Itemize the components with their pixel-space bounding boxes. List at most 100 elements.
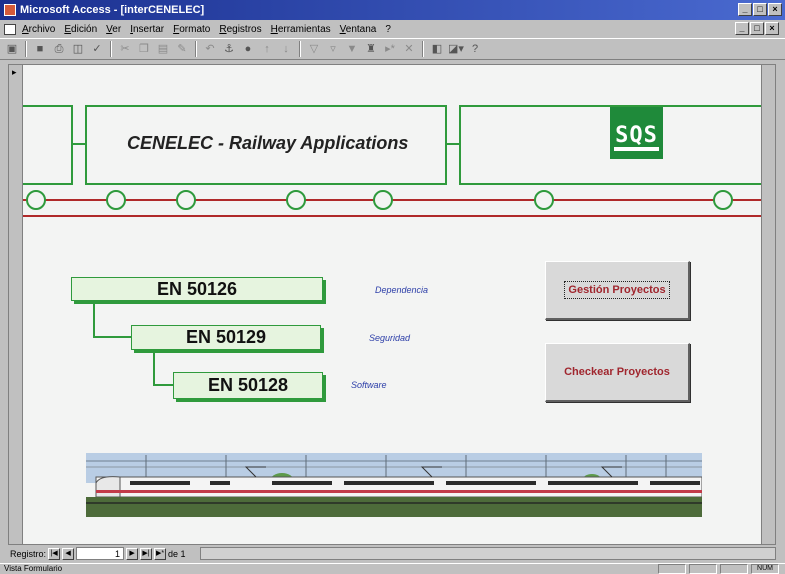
wheel xyxy=(373,190,393,210)
vertical-scrollbar[interactable] xyxy=(761,65,775,544)
train-car-left xyxy=(23,105,73,185)
maximize-button[interactable]: □ xyxy=(753,3,767,16)
menu-formato[interactable]: Formato xyxy=(173,24,210,35)
access-key-icon[interactable] xyxy=(4,4,16,16)
copy-icon[interactable]: ❐ xyxy=(136,41,152,57)
wheel xyxy=(106,190,126,210)
undo-icon[interactable]: ↶ xyxy=(202,41,218,57)
database-window-icon[interactable]: ◧ xyxy=(429,41,445,57)
menu-registros[interactable]: Registros xyxy=(219,24,261,35)
en-50126-label: EN 50126 xyxy=(156,278,238,299)
horizontal-scrollbar[interactable] xyxy=(199,547,776,560)
window-title: Microsoft Access - [interCENELEC] xyxy=(20,4,205,16)
gestion-proyectos-button[interactable]: Gestión Proyectos xyxy=(545,261,690,320)
toolbar-separator xyxy=(25,41,27,57)
help-icon[interactable]: ? xyxy=(467,41,483,57)
tree-connector xyxy=(153,353,155,385)
paste-icon[interactable]: ▤ xyxy=(155,41,171,57)
menu-help[interactable]: ? xyxy=(385,24,391,35)
new-object-icon[interactable]: ◪▾ xyxy=(448,41,464,57)
train-windows xyxy=(130,481,700,485)
gestion-proyectos-label: Gestión Proyectos xyxy=(564,281,670,299)
status-text: Vista Formulario xyxy=(4,564,63,573)
status-bar: Vista Formulario NUM xyxy=(0,563,785,574)
en-50129-label: EN 50129 xyxy=(185,327,267,347)
track-bed xyxy=(86,497,702,517)
menu-insertar[interactable]: Insertar xyxy=(130,24,164,35)
train-nose xyxy=(95,476,121,498)
apply-filter-icon[interactable]: ▼ xyxy=(344,41,360,57)
print-preview-icon[interactable]: ◫ xyxy=(70,41,86,57)
coupler xyxy=(447,143,459,145)
cut-icon[interactable]: ✂ xyxy=(117,41,133,57)
menu-herramientas[interactable]: Herramientas xyxy=(271,24,331,35)
form-window: ▸ CENELEC - Railway Applications SQS EN … xyxy=(8,64,776,545)
sort-ascending-icon[interactable]: ↑ xyxy=(259,41,275,57)
software-label: Software xyxy=(351,380,387,390)
rail-upper xyxy=(23,199,763,201)
banner-title: CENELEC - Railway Applications xyxy=(127,133,409,153)
wheel xyxy=(286,190,306,210)
wheel xyxy=(713,190,733,210)
wheel xyxy=(26,190,46,210)
first-record-button[interactable]: |◀ xyxy=(48,547,61,560)
record-label: Registro: xyxy=(10,548,47,559)
save-icon[interactable]: ■ xyxy=(32,41,48,57)
print-icon[interactable]: ⎙ xyxy=(51,41,67,57)
seguridad-label: Seguridad xyxy=(369,333,411,343)
toolbar-separator xyxy=(195,41,197,57)
child-close-button[interactable]: × xyxy=(765,22,779,35)
next-record-button[interactable]: ▶ xyxy=(126,547,139,560)
en-50126-box[interactable]: EN 50126 xyxy=(71,277,323,301)
menu-edicion[interactable]: Edición xyxy=(64,24,97,35)
web-toolbar-icon[interactable]: ● xyxy=(240,41,256,57)
child-restore-button[interactable]: □ xyxy=(750,22,764,35)
format-painter-icon[interactable]: ✎ xyxy=(174,41,190,57)
child-minimize-button[interactable]: _ xyxy=(735,22,749,35)
insert-hyperlink-icon[interactable]: ⚓ xyxy=(221,41,237,57)
minimize-button[interactable]: _ xyxy=(738,3,752,16)
last-record-button[interactable]: ▶| xyxy=(140,547,153,560)
en-50129-box[interactable]: EN 50129 xyxy=(131,325,321,350)
form-icon[interactable] xyxy=(4,23,16,35)
menu-ver[interactable]: Ver xyxy=(106,24,121,35)
en-50128-label: EN 50128 xyxy=(207,375,289,395)
train-body xyxy=(95,476,702,498)
status-panel xyxy=(658,564,686,574)
record-navigation-bar: Registro: |◀ ◀ 1 ▶ ▶| ▶* de 1 xyxy=(8,545,776,562)
train-stripe xyxy=(96,490,702,493)
new-record-icon[interactable]: ▸* xyxy=(382,41,398,57)
title-bar: Microsoft Access - [interCENELEC] _ □ × xyxy=(0,0,785,20)
find-icon[interactable]: ♜ xyxy=(363,41,379,57)
view-icon[interactable]: ▣ xyxy=(4,41,20,57)
status-panel xyxy=(689,564,717,574)
record-count-label: de 1 xyxy=(168,548,186,559)
spelling-icon[interactable]: ✓ xyxy=(89,41,105,57)
dependencia-label: Dependencia xyxy=(375,285,429,295)
wheel xyxy=(534,190,554,210)
delete-record-icon[interactable]: ✕ xyxy=(401,41,417,57)
record-selector-icon: ▸ xyxy=(12,67,17,77)
tree-connector xyxy=(93,304,95,337)
previous-record-button[interactable]: ◀ xyxy=(62,547,75,560)
coupler xyxy=(73,143,85,145)
record-number-field[interactable]: 1 xyxy=(76,547,125,560)
status-panel xyxy=(720,564,748,574)
en-50128-box[interactable]: EN 50128 xyxy=(173,372,323,399)
menu-ventana[interactable]: Ventana xyxy=(340,24,377,35)
num-lock-indicator: NUM xyxy=(751,564,779,574)
new-record-button[interactable]: ▶* xyxy=(154,547,167,560)
sqs-logo: SQS xyxy=(610,107,663,159)
toolbar-separator xyxy=(299,41,301,57)
filter-by-selection-icon[interactable]: ▽ xyxy=(306,41,322,57)
checkear-proyectos-label: Checkear Proyectos xyxy=(564,366,670,378)
sort-descending-icon[interactable]: ↓ xyxy=(278,41,294,57)
menu-archivo[interactable]: Archivo xyxy=(22,24,55,35)
checkear-proyectos-button[interactable]: Checkear Proyectos xyxy=(545,343,690,402)
close-button[interactable]: × xyxy=(768,3,782,16)
filter-by-form-icon[interactable]: ▿ xyxy=(325,41,341,57)
record-selector[interactable]: ▸ xyxy=(9,65,23,544)
sqs-logo-text: SQS xyxy=(615,123,658,148)
toolbar-separator xyxy=(110,41,112,57)
toolbar: ▣ ■ ⎙ ◫ ✓ ✂ ❐ ▤ ✎ ↶ ⚓ ● ↑ ↓ ▽ ▿ ▼ ♜ ▸* ✕… xyxy=(0,38,785,60)
